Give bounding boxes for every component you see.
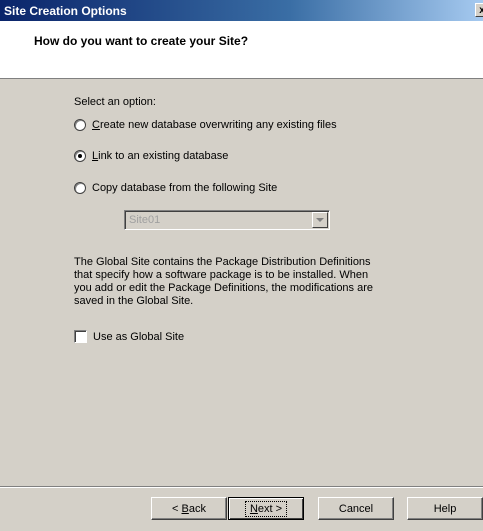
site-dropdown: Site01 (124, 210, 330, 230)
cancel-button[interactable]: Cancel (318, 497, 394, 520)
radio-button-selected[interactable] (74, 150, 86, 162)
close-icon[interactable]: x (475, 3, 483, 17)
radio-button[interactable] (74, 182, 86, 194)
window-title: Site Creation Options (4, 3, 127, 18)
options-prompt: Select an option: (74, 96, 156, 108)
chevron-down-icon (312, 212, 328, 228)
help-button[interactable]: Help (407, 497, 483, 520)
next-button[interactable]: Next > (228, 497, 304, 520)
back-button[interactable]: < Back (151, 497, 227, 520)
title-bar: Site Creation Options x (0, 0, 483, 21)
radio-label: Link to an existing database (92, 150, 229, 162)
radio-label: Create new database overwriting any exis… (92, 119, 337, 131)
page-title: How do you want to create your Site? (34, 34, 249, 48)
header-panel (0, 21, 483, 79)
radio-copy-from-site[interactable]: Copy database from the following Site (74, 182, 277, 194)
radio-create-new[interactable]: Create new database overwriting any exis… (74, 119, 337, 131)
site-dropdown-value: Site01 (129, 214, 161, 226)
site-creation-dialog: Site Creation Options x How do you want … (0, 0, 483, 531)
divider (0, 486, 483, 488)
global-site-checkbox[interactable] (74, 330, 87, 343)
global-site-description: The Global Site contains the Package Dis… (74, 256, 374, 307)
radio-link-existing[interactable]: Link to an existing database (74, 150, 228, 162)
radio-button[interactable] (74, 119, 86, 131)
radio-label: Copy database from the following Site (92, 182, 278, 194)
global-site-option[interactable]: Use as Global Site (74, 330, 184, 343)
global-site-label: Use as Global Site (93, 330, 185, 343)
